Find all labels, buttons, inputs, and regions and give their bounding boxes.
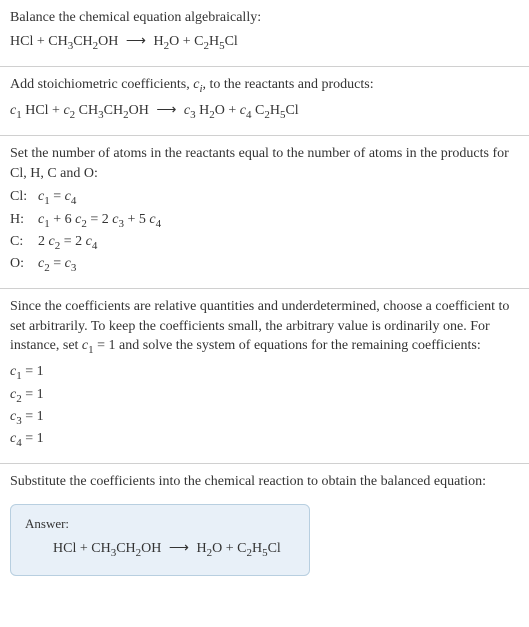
eq-text: OH bbox=[141, 541, 161, 556]
eq-text: H bbox=[196, 541, 206, 556]
element-label: Cl: bbox=[10, 187, 38, 209]
eq-text: CH bbox=[104, 103, 123, 118]
eq-text: Cl bbox=[268, 541, 281, 556]
balance-row-h: H: c1 + 6 c2 = 2 c3 + 5 c4 bbox=[10, 210, 519, 232]
element-label: O: bbox=[10, 254, 38, 276]
eq-text: + bbox=[33, 34, 48, 49]
arrow-icon: ⟶ bbox=[118, 34, 153, 49]
eq-text: + 6 bbox=[50, 212, 75, 227]
eq-text: Cl bbox=[225, 34, 238, 49]
solve-title: Since the coefficients are relative quan… bbox=[10, 297, 519, 358]
section-substitute: Substitute the coefficients into the che… bbox=[0, 464, 529, 496]
unbalanced-equation: HCl + CH3CH2OH ⟶ H2O + C2H5Cl bbox=[10, 32, 519, 54]
element-label: C: bbox=[10, 232, 38, 254]
coef-equation: c1 HCl + c2 CH3CH2OH ⟶ c3 H2O + c4 C2H5C… bbox=[10, 101, 519, 123]
solved-row: c1 = 1 bbox=[10, 362, 519, 384]
eq-text: OH bbox=[129, 103, 149, 118]
title-text: Add stoichiometric coefficients, bbox=[10, 77, 193, 92]
section-coefficients: Add stoichiometric coefficients, ci, to … bbox=[0, 67, 529, 136]
coef-sub: 3 bbox=[71, 262, 77, 274]
eq-text: HCl bbox=[53, 541, 76, 556]
coef-sub: 4 bbox=[71, 195, 77, 207]
eq-text: = 2 bbox=[87, 212, 112, 227]
eq-text: = 1 bbox=[22, 387, 44, 402]
eq-text: H bbox=[153, 34, 163, 49]
title-text: , to the reactants and products: bbox=[203, 77, 374, 92]
eq-text: O bbox=[212, 541, 222, 556]
solved-row: c2 = 1 bbox=[10, 385, 519, 407]
section-intro: Balance the chemical equation algebraica… bbox=[0, 0, 529, 67]
eq-text: CH bbox=[48, 34, 67, 49]
solved-row: c4 = 1 bbox=[10, 429, 519, 451]
answer-label: Answer: bbox=[25, 515, 295, 533]
eq-text: O + bbox=[215, 103, 240, 118]
eq-text: CH bbox=[91, 541, 110, 556]
solved-row: c3 = 1 bbox=[10, 407, 519, 429]
substitute-title: Substitute the coefficients into the che… bbox=[10, 472, 519, 492]
element-label: H: bbox=[10, 210, 38, 232]
answer-box: Answer: HCl + CH3CH2OH ⟶ H2O + C2H5Cl bbox=[10, 504, 310, 576]
arrow-icon: ⟶ bbox=[161, 541, 196, 556]
eq-text: H bbox=[270, 103, 280, 118]
eq-text: OH bbox=[98, 34, 118, 49]
section-atom-balance: Set the number of atoms in the reactants… bbox=[0, 136, 529, 289]
eq-text: + bbox=[222, 541, 237, 556]
eq-text: = 1 bbox=[22, 431, 44, 446]
eq-text: CH bbox=[75, 103, 98, 118]
eq-text: + bbox=[76, 541, 91, 556]
eq-text: CH bbox=[116, 541, 135, 556]
balance-eq: c1 + 6 c2 = 2 c3 + 5 c4 bbox=[38, 210, 161, 232]
title-text: = 1 and solve the system of equations fo… bbox=[94, 338, 481, 353]
balance-row-c: C: 2 c2 = 2 c4 bbox=[10, 232, 519, 254]
balance-equations: Cl: c1 = c4 H: c1 + 6 c2 = 2 c3 + 5 c4 C… bbox=[10, 187, 519, 276]
eq-text: O bbox=[169, 34, 179, 49]
balance-row-o: O: c2 = c3 bbox=[10, 254, 519, 276]
eq-text: + 5 bbox=[124, 212, 149, 227]
eq-text: CH bbox=[73, 34, 92, 49]
eq-text: = 2 bbox=[60, 234, 85, 249]
eq-text: H bbox=[209, 34, 219, 49]
eq-text: Cl bbox=[285, 103, 298, 118]
solved-values: c1 = 1 c2 = 1 c3 = 1 c4 = 1 bbox=[10, 362, 519, 451]
eq-text: C bbox=[251, 103, 264, 118]
balance-row-cl: Cl: c1 = c4 bbox=[10, 187, 519, 209]
eq-text: H bbox=[252, 541, 262, 556]
section-solve: Since the coefficients are relative quan… bbox=[0, 289, 529, 464]
balance-eq: 2 c2 = 2 c4 bbox=[38, 232, 97, 254]
eq-text: + bbox=[179, 34, 194, 49]
balance-title: Set the number of atoms in the reactants… bbox=[10, 144, 519, 183]
eq-text: 2 bbox=[38, 234, 49, 249]
coef-title: Add stoichiometric coefficients, ci, to … bbox=[10, 75, 519, 97]
eq-text: HCl bbox=[10, 34, 33, 49]
balance-eq: c2 = c3 bbox=[38, 254, 76, 276]
balance-eq: c1 = c4 bbox=[38, 187, 76, 209]
eq-text: HCl + bbox=[22, 103, 64, 118]
coef-sub: 4 bbox=[92, 240, 98, 252]
coef-sub: 4 bbox=[156, 217, 162, 229]
eq-text: = 1 bbox=[22, 364, 44, 379]
arrow-icon: ⟶ bbox=[149, 103, 184, 118]
intro-title: Balance the chemical equation algebraica… bbox=[10, 8, 519, 28]
eq-text: = bbox=[50, 256, 65, 271]
eq-text: H bbox=[196, 103, 210, 118]
eq-text: = 1 bbox=[22, 409, 44, 424]
balanced-equation: HCl + CH3CH2OH ⟶ H2O + C2H5Cl bbox=[25, 539, 295, 561]
eq-text: = bbox=[50, 189, 65, 204]
